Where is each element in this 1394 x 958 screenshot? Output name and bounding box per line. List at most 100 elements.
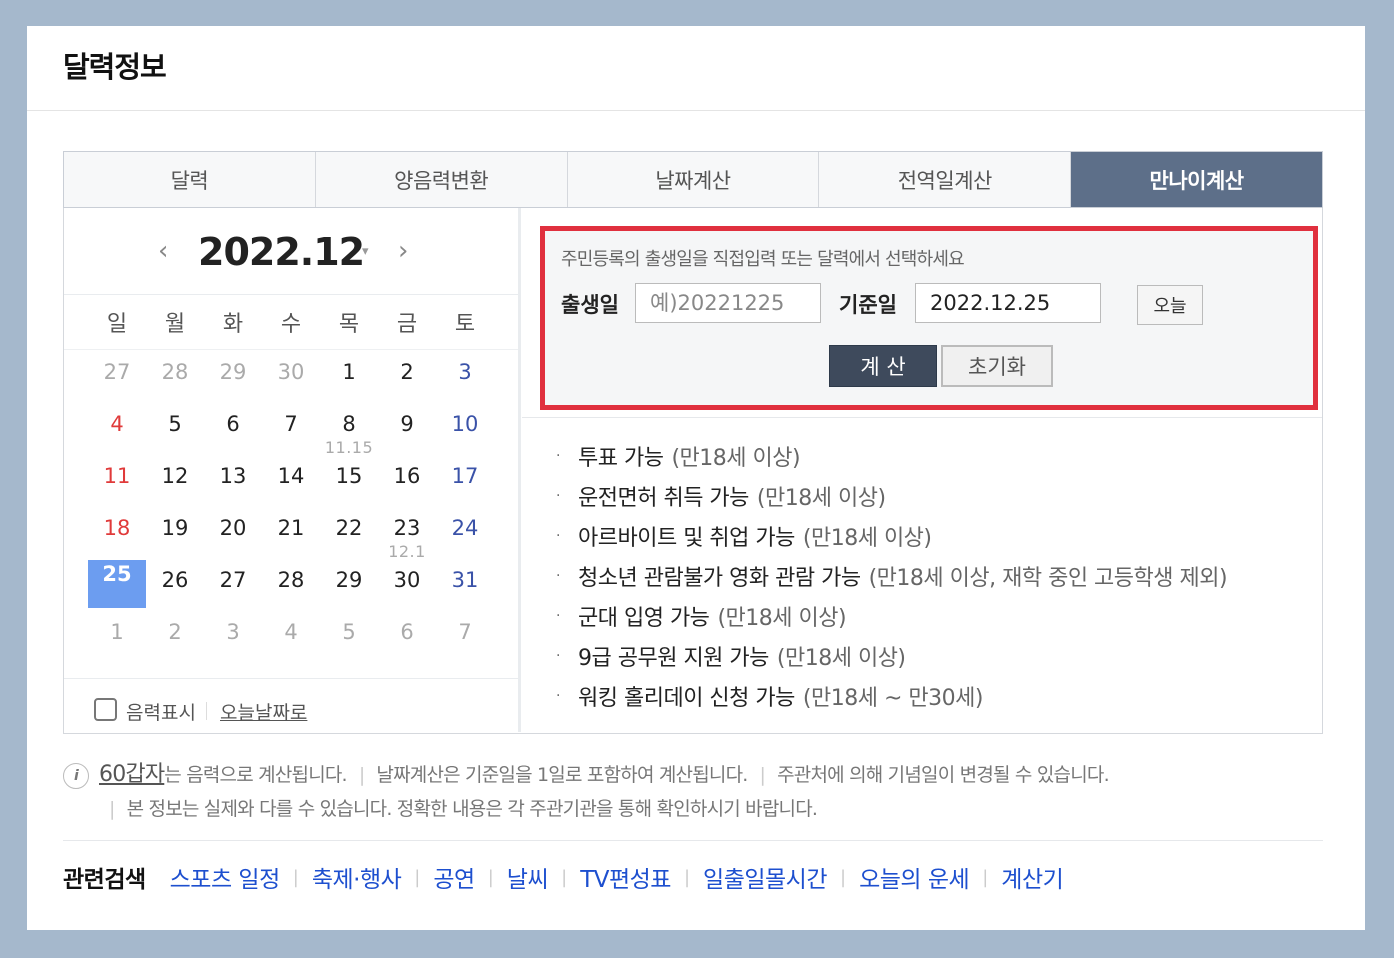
calendar-day[interactable]: 24 [436, 508, 494, 560]
calendar-day[interactable]: 7 [436, 612, 494, 664]
related-link[interactable]: TV편성표 [580, 860, 671, 894]
day-number: 31 [451, 568, 479, 592]
chevron-right-icon[interactable]: › [398, 236, 408, 266]
tab-calendar[interactable]: 달력 [64, 152, 316, 207]
calendar-day[interactable]: 1 [320, 352, 378, 404]
calendar-month-label[interactable]: 2022.12 [198, 230, 365, 274]
pipe-divider: | [561, 866, 568, 888]
lunar-date: 12.1 [388, 542, 426, 561]
calendar-day[interactable]: 15 [320, 456, 378, 508]
tab-date-calc[interactable]: 날짜계산 [568, 152, 820, 207]
day-number: 29 [219, 360, 247, 384]
related-link[interactable]: 공연 [433, 860, 475, 894]
calendar-day[interactable]: 4 [262, 612, 320, 664]
pipe-divider: | [982, 866, 989, 888]
tab-age-calc[interactable]: 만나이계산 [1071, 152, 1322, 207]
related-link[interactable]: 오늘의 운세 [859, 860, 970, 894]
calendar-day[interactable]: 22 [320, 508, 378, 560]
calendar-day[interactable]: 8 11.15 [320, 404, 378, 457]
calculate-button[interactable]: 계 산 [829, 345, 937, 387]
calendar-day[interactable]: 30 [378, 560, 436, 612]
birth-date-input[interactable] [635, 283, 821, 323]
lunar-display-label[interactable]: 음력표시 [126, 698, 196, 725]
bullet-icon: · [556, 688, 560, 704]
day-number: 11 [103, 464, 131, 488]
calendar-day[interactable]: 28 [146, 352, 204, 404]
calendar-day[interactable]: 5 [146, 404, 204, 456]
pipe-divider: | [109, 798, 115, 820]
day-number: 25 [102, 562, 132, 586]
calendar-day[interactable]: 17 [436, 456, 494, 508]
related-link[interactable]: 스포츠 일정 [170, 860, 281, 894]
calendar-day[interactable]: 31 [436, 560, 494, 612]
calendar-day[interactable]: 11 [88, 456, 146, 508]
lunar-date: 11.15 [324, 438, 374, 457]
calendar-week-row: 27 28 29 30 1 2 3 [88, 352, 494, 404]
calendar-day[interactable]: 18 [88, 508, 146, 560]
calendar-day[interactable]: 16 [378, 456, 436, 508]
day-number: 2 [400, 360, 414, 384]
calendar-grid: 27 28 29 30 1 2 3 4 5 6 7 8 11.15 9 10 11 12 13 14 15 16 17 18… [88, 352, 494, 664]
calendar-day[interactable]: 1 [88, 612, 146, 664]
result-text: 워킹 홀리데이 신청 가능 [578, 686, 795, 711]
reset-button[interactable]: 초기화 [941, 345, 1053, 387]
pipe-divider: | [683, 866, 691, 888]
calendar-day[interactable]: 2 [378, 352, 436, 404]
day-number: 1 [342, 360, 356, 384]
chevron-left-icon[interactable]: ‹ [158, 236, 168, 266]
age-calculator-form: 주민등록의 출생일을 직접입력 또는 달력에서 선택하세요 출생일 기준일 오늘… [540, 226, 1318, 410]
calendar-day[interactable]: 10 [436, 404, 494, 456]
tab-lunar-solar-convert[interactable]: 양음력변환 [316, 152, 568, 207]
ganji-link[interactable]: 60갑자 [99, 762, 165, 787]
weekday-label: 일 [106, 312, 128, 337]
go-today-link[interactable]: 오늘날짜로 [220, 698, 307, 725]
info-note: 날짜계산은 기준일을 1일로 포함하여 계산됩니다. [376, 764, 748, 786]
calendar-day[interactable]: 3 [436, 352, 494, 404]
calendar-day[interactable]: 27 [88, 352, 146, 404]
calendar-day-today[interactable]: 25 [88, 560, 146, 608]
day-number: 28 [277, 568, 305, 592]
calendar-day[interactable]: 4 [88, 404, 146, 456]
calendar-day[interactable]: 14 [262, 456, 320, 508]
calendar-day[interactable]: 5 [320, 612, 378, 664]
base-date-input[interactable] [915, 283, 1101, 323]
day-number: 3 [226, 620, 240, 644]
calendar-day[interactable]: 29 [204, 352, 262, 404]
calendar-day[interactable]: 6 [378, 612, 436, 664]
day-number: 27 [103, 360, 131, 384]
calendar-day[interactable]: 23 12.1 [378, 508, 436, 561]
related-link[interactable]: 일출일몰시간 [703, 860, 827, 894]
pipe-divider: | [759, 764, 766, 786]
calendar-day[interactable]: 3 [204, 612, 262, 664]
related-link[interactable]: 계산기 [1001, 860, 1063, 894]
day-number: 17 [451, 464, 479, 488]
calendar-day[interactable]: 27 [204, 560, 262, 612]
calendar-day[interactable]: 7 [262, 404, 320, 456]
calendar-day[interactable]: 6 [204, 404, 262, 456]
calendar-day[interactable]: 2 [146, 612, 204, 664]
list-item: · 투표 가능 (만18세 이상) [556, 436, 1227, 476]
day-number: 24 [451, 516, 479, 540]
lunar-display-checkbox[interactable] [94, 698, 117, 721]
related-link[interactable]: 날씨 [507, 860, 549, 894]
calendar-day[interactable]: 21 [262, 508, 320, 560]
bullet-icon: · [556, 488, 560, 504]
calendar-day[interactable]: 20 [204, 508, 262, 560]
today-button[interactable]: 오늘 [1137, 285, 1203, 325]
related-search-title: 관련검색 [63, 867, 146, 893]
calendar-day[interactable]: 19 [146, 508, 204, 560]
calendar-day[interactable]: 29 [320, 560, 378, 612]
pipe-divider: | [358, 764, 365, 786]
calendar-day[interactable]: 13 [204, 456, 262, 508]
day-number: 9 [400, 412, 414, 436]
calendar-day[interactable]: 9 [378, 404, 436, 456]
calendar-day[interactable]: 26 [146, 560, 204, 612]
calendar-day[interactable]: 30 [262, 352, 320, 404]
calendar-day[interactable]: 28 [262, 560, 320, 612]
related-link[interactable]: 축제·행사 [312, 860, 402, 894]
result-text: 청소년 관람불가 영화 관람 가능 [578, 566, 861, 591]
tab-discharge-calc[interactable]: 전역일계산 [819, 152, 1072, 207]
chevron-down-icon[interactable]: ▾ [362, 244, 369, 259]
day-number: 21 [277, 516, 305, 540]
calendar-day[interactable]: 12 [146, 456, 204, 508]
